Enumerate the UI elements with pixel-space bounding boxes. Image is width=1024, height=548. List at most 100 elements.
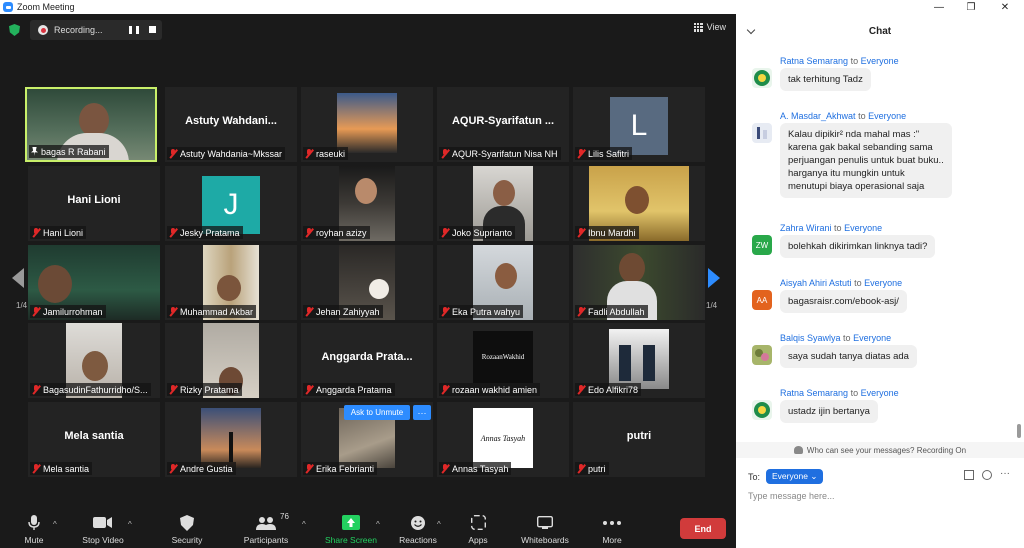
participant-name-label: Annas Tasyah: [439, 462, 512, 475]
recipient-selector-row: To: Everyone ⌄: [748, 469, 824, 484]
previous-page-arrow-icon[interactable]: [12, 268, 24, 288]
profile-photo: [619, 345, 631, 381]
chat-sender[interactable]: Ratna Semarang: [780, 56, 848, 66]
profile-photo: [609, 329, 669, 389]
video-tile[interactable]: bagas R Rabani: [25, 87, 157, 162]
share-options-caret-icon[interactable]: ^: [376, 520, 380, 529]
video-tile[interactable]: Eka Putra wahyu: [437, 245, 569, 320]
video-tile[interactable]: Jamilurrohman: [28, 245, 160, 320]
video-tile[interactable]: BagasudinFathurridho/S...: [28, 323, 160, 398]
video-tile[interactable]: Muhammad Akbar: [165, 245, 297, 320]
minimize-button[interactable]: —: [924, 0, 954, 14]
muted-mic-icon: [577, 464, 585, 473]
muted-mic-icon: [441, 307, 449, 316]
participant-big-name: Mela santia: [64, 430, 124, 442]
security-button[interactable]: Security: [152, 514, 222, 545]
video-tile[interactable]: Jehan Zahiyyah: [301, 245, 433, 320]
video-tile[interactable]: Hani Lioni Hani Lioni: [28, 166, 160, 241]
mute-options-caret-icon[interactable]: ^: [53, 520, 57, 529]
participant-name-label: royhan azizy: [303, 226, 370, 239]
video-tile[interactable]: putri putri: [573, 402, 705, 477]
chat-scrollbar[interactable]: [1017, 424, 1021, 438]
stop-recording-icon[interactable]: [149, 26, 159, 34]
whiteboards-button[interactable]: Whiteboards: [510, 514, 580, 545]
participant-name-label: Jesky Pratama: [167, 226, 243, 239]
video-camera-icon: [93, 514, 113, 531]
ask-to-unmute-button[interactable]: Ask to Unmute: [344, 405, 410, 420]
apps-button[interactable]: Apps: [443, 514, 513, 545]
reactions-options-caret-icon[interactable]: ^: [437, 520, 441, 529]
next-page-arrow-icon[interactable]: [708, 268, 720, 288]
chat-sender[interactable]: Zahra Wirani: [780, 223, 832, 233]
participant-name-label: Hani Lioni: [30, 226, 87, 239]
video-tile[interactable]: J Jesky Pratama: [165, 166, 297, 241]
video-tile[interactable]: Anggarda Prata... Anggarda Pratama: [301, 323, 433, 398]
participants-icon: 76: [256, 512, 289, 531]
whiteboard-icon: [537, 514, 553, 531]
view-label: View: [706, 22, 726, 32]
recipient-dropdown[interactable]: Everyone ⌄: [766, 469, 824, 484]
chat-title: Chat: [868, 25, 892, 37]
video-tile[interactable]: royhan azizy: [301, 166, 433, 241]
chevron-down-icon[interactable]: [746, 25, 756, 35]
participant-big-name: Anggarda Prata...: [321, 351, 413, 363]
recording-indicator: Recording...: [30, 20, 162, 40]
chat-message-text: bolehkah dikirimkan linknya tadi?: [780, 235, 936, 258]
participants-button[interactable]: 76 Participants: [231, 512, 301, 545]
video-tile[interactable]: Astuty Wahdani... Astuty Wahdania~Mkssar: [165, 87, 297, 162]
video-tile[interactable]: L Lilis Safitri: [573, 87, 705, 162]
video-tile[interactable]: Rizky Pratama: [165, 323, 297, 398]
video-tile[interactable]: Ibnu Mardhi: [573, 166, 705, 241]
video-tile[interactable]: Annas Tasyah Annas Tasyah: [437, 402, 569, 477]
mute-button[interactable]: Mute: [0, 514, 69, 545]
page-indicator-right: 1/4: [706, 301, 718, 310]
pause-recording-icon[interactable]: [129, 26, 139, 34]
muted-mic-icon: [305, 464, 313, 473]
avatar: [752, 345, 772, 365]
video-tile[interactable]: Joko Suprianto: [437, 166, 569, 241]
avatar: [752, 123, 772, 143]
video-options-caret-icon[interactable]: ^: [128, 520, 132, 529]
participant-big-name: Astuty Wahdani...: [185, 115, 277, 127]
video-tile[interactable]: AQUR-Syarifatun ... AQUR-Syarifatun Nisa…: [437, 87, 569, 162]
maximize-button[interactable]: ❐: [956, 0, 986, 14]
video-tile[interactable]: Mela santia Mela santia: [28, 402, 160, 477]
chat-sender[interactable]: A. Masdar_Akhwat: [780, 111, 856, 121]
chat-to-label: to: [854, 278, 862, 288]
video-tile[interactable]: Fadli Abdullah: [573, 245, 705, 320]
profile-photo: [229, 432, 233, 462]
video-tile[interactable]: Andre Gustia: [165, 402, 297, 477]
close-window-button[interactable]: ✕: [990, 0, 1020, 14]
participant-video: [217, 275, 241, 301]
participants-options-caret-icon[interactable]: ^: [302, 520, 306, 529]
share-screen-icon: [342, 514, 360, 531]
tile-more-button[interactable]: ···: [413, 405, 431, 420]
share-screen-button[interactable]: Share Screen: [316, 514, 386, 545]
chat-message-text: tak terhitung Tadz: [780, 68, 871, 91]
video-tile[interactable]: raseuki: [301, 87, 433, 162]
participant-name-label: Andre Gustia: [167, 462, 236, 475]
participant-name-label: Anggarda Pratama: [303, 383, 395, 396]
meeting-toolbar: Mute ^ Stop Video ^ Security 76 Particip…: [0, 500, 736, 548]
chat-sender[interactable]: Balqis Syawlya: [780, 333, 841, 343]
participant-video: [82, 351, 108, 381]
muted-mic-icon: [305, 385, 313, 394]
chat-message-text: bagasraisr.com/ebook-asj/: [780, 290, 907, 313]
video-tile[interactable]: Edo Alfikri78: [573, 323, 705, 398]
chat-sender[interactable]: Ratna Semarang: [780, 388, 848, 398]
record-icon: [38, 25, 48, 35]
more-options-icon[interactable]: ···: [1000, 468, 1010, 479]
chat-message-input[interactable]: Type message here...: [748, 491, 835, 501]
message-visibility-notice[interactable]: Who can see your messages? Recording On: [736, 442, 1024, 458]
view-button[interactable]: View: [693, 22, 726, 32]
stop-video-button[interactable]: Stop Video: [68, 514, 138, 545]
chat-sender[interactable]: Aisyah Ahiri Astuti: [780, 278, 852, 288]
more-button[interactable]: More: [577, 514, 647, 545]
encryption-shield-icon[interactable]: [9, 24, 20, 36]
emoji-icon[interactable]: [982, 470, 992, 480]
end-meeting-button[interactable]: End: [680, 518, 726, 539]
participant-name-label: Erika Febrianti: [303, 462, 378, 475]
file-attach-icon[interactable]: [964, 470, 974, 480]
participant-name-label: Rizky Pratama: [167, 383, 242, 396]
video-tile[interactable]: RozaanWakhid rozaan wakhid amien: [437, 323, 569, 398]
